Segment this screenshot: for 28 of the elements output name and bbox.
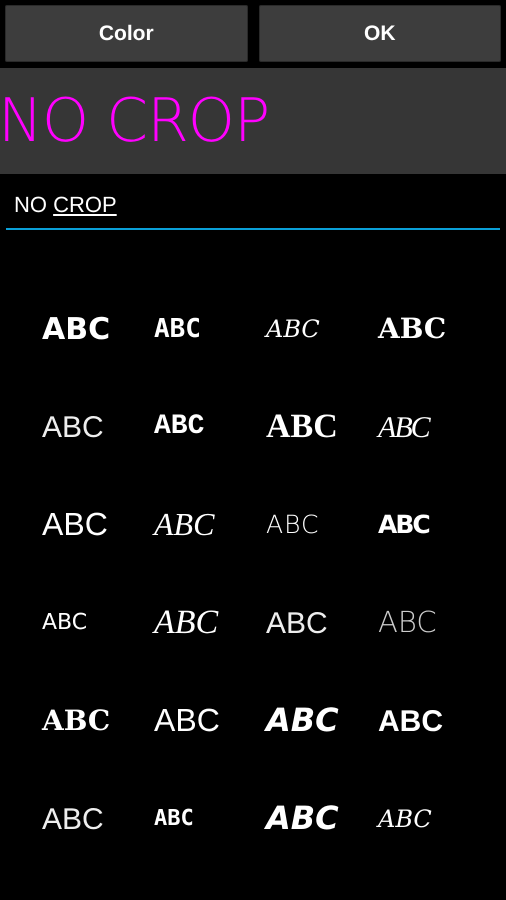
text-field[interactable]: NO CROP — [6, 190, 500, 230]
font-sample[interactable]: ABC — [154, 314, 201, 344]
font-sample[interactable]: ABC — [42, 706, 110, 736]
font-sample[interactable]: ABC — [266, 801, 339, 837]
font-sample[interactable]: ABC — [42, 507, 108, 543]
dialog-button[interactable]: Color — [5, 5, 248, 62]
font-sample[interactable]: ABC — [154, 412, 204, 442]
font-sample[interactable]: ABC — [378, 704, 443, 738]
font-sample[interactable]: ABC — [378, 607, 437, 639]
font-sample[interactable]: ABC — [154, 604, 218, 642]
font-sample[interactable]: ABC — [378, 511, 429, 539]
font-sample[interactable]: ABC — [42, 312, 110, 346]
font-sample[interactable]: ABC — [266, 606, 328, 640]
dialog-button[interactable]: OK — [258, 5, 501, 62]
font-sample[interactable]: ABC — [42, 610, 88, 636]
font-sample[interactable]: ABC — [266, 511, 320, 539]
font-sample[interactable]: ABC — [42, 802, 104, 836]
font-sample[interactable]: ABC — [42, 410, 104, 444]
font-sample[interactable]: ABC — [266, 408, 338, 446]
font-sample[interactable]: ABC — [378, 806, 432, 832]
font-sample[interactable]: ABC — [154, 703, 220, 739]
font-sample[interactable]: ABC — [266, 316, 320, 342]
font-sample[interactable]: ABC — [266, 703, 339, 739]
font-sample[interactable]: ABC — [378, 314, 446, 344]
preview-text: NO CROP — [0, 86, 270, 156]
font-sample[interactable]: ABC — [154, 806, 194, 832]
font-sample[interactable]: ABC — [378, 410, 429, 444]
font-sample[interactable]: ABC — [154, 507, 214, 543]
